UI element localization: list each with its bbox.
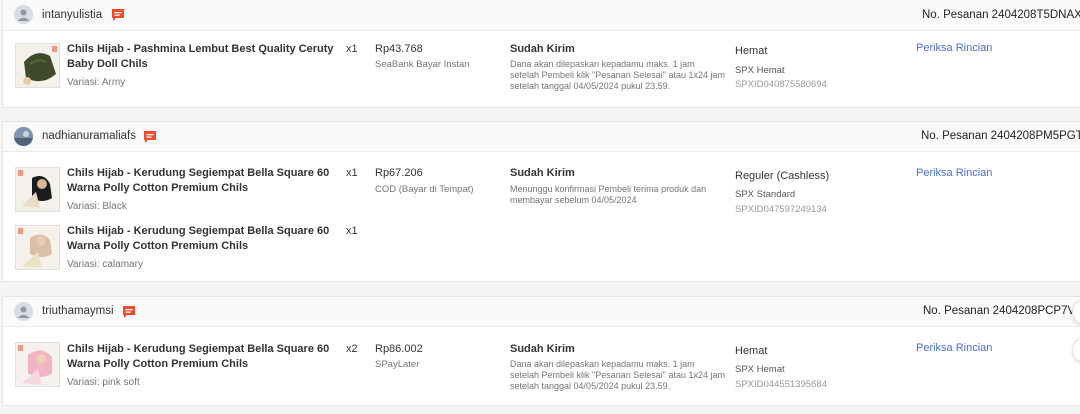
product-image[interactable] — [15, 43, 60, 88]
order-row: Chils Hijab - Kerudung Segiempat Bella S… — [3, 166, 1080, 278]
order-row: Chils Hijab - Kerudung Segiempat Bella S… — [3, 337, 1080, 402]
shipping-type: Hemat — [735, 45, 768, 57]
scroll-button[interactable] — [1072, 337, 1080, 363]
product-name[interactable]: Chils Hijab - Pashmina Lembut Best Quali… — [67, 42, 342, 72]
courier-name: SPX Hemat — [735, 65, 785, 76]
product-image[interactable] — [15, 342, 60, 387]
buyer-username[interactable]: nadhianuramaliafs — [42, 130, 136, 142]
order-status: Sudah Kirim — [510, 43, 575, 55]
buyer-username[interactable]: intanyulistia — [42, 9, 102, 21]
product-image[interactable] — [15, 167, 60, 212]
product-image[interactable] — [15, 225, 60, 270]
tracking-number: SPXID044551395684 — [735, 379, 827, 390]
order-card: nadhianuramaliafs No. Pesanan 2404208PM5… — [2, 121, 1080, 282]
shipping-type: Hemat — [735, 345, 768, 357]
order-header: intanyulistia No. Pesanan 2404208T5DNAXP — [3, 0, 1080, 31]
check-details-link[interactable]: Periksa Rincian — [916, 342, 992, 354]
payment-method: COD (Bayar di Tempat) — [375, 184, 474, 195]
buyer-username[interactable]: triuthamaymsi — [42, 305, 114, 317]
order-row: Chils Hijab - Pashmina Lembut Best Quali… — [3, 41, 1080, 101]
order-number: No. Pesanan 2404208PCP7VV — [923, 305, 1080, 317]
product-name[interactable]: Chils Hijab - Kerudung Segiempat Bella S… — [67, 166, 342, 196]
order-status: Sudah Kirim — [510, 167, 575, 179]
payment-method: SPayLater — [375, 359, 420, 370]
chat-icon[interactable] — [111, 8, 125, 21]
order-price: Rp43.768 — [375, 43, 423, 55]
product-quantity: x1 — [346, 167, 358, 179]
user-avatar[interactable] — [14, 302, 33, 321]
order-header: triuthamaymsi No. Pesanan 2404208PCP7VV — [3, 297, 1080, 327]
chat-icon[interactable] — [122, 305, 136, 318]
tracking-number: SPXID040875580694 — [735, 79, 827, 90]
courier-name: SPX Hemat — [735, 364, 785, 375]
order-header: nadhianuramaliafs No. Pesanan 2404208PM5… — [3, 122, 1080, 152]
status-description: Dana akan dilepaskan kepadamu maks. 1 ja… — [510, 359, 726, 391]
user-icon — [17, 9, 30, 21]
tracking-number: SPXID047597249134 — [735, 204, 827, 215]
product-quantity: x1 — [346, 225, 358, 237]
user-avatar[interactable] — [14, 127, 33, 146]
product-quantity: x1 — [346, 43, 358, 55]
order-card: intanyulistia No. Pesanan 2404208T5DNAXP… — [2, 0, 1080, 108]
product-quantity: x2 — [346, 343, 358, 355]
courier-name: SPX Standard — [735, 189, 796, 200]
user-avatar[interactable] — [14, 5, 33, 24]
user-icon — [17, 306, 30, 318]
payment-method: SeaBank Bayar Instan — [375, 59, 470, 70]
product-name[interactable]: Chils Hijab - Kerudung Segiempat Bella S… — [67, 342, 342, 372]
order-status: Sudah Kirim — [510, 343, 575, 355]
order-card: triuthamaymsi No. Pesanan 2404208PCP7VV … — [2, 296, 1080, 406]
scroll-button[interactable] — [1072, 299, 1080, 325]
check-details-link[interactable]: Periksa Rincian — [916, 42, 992, 54]
order-price: Rp67.206 — [375, 167, 423, 179]
order-number: No. Pesanan 2404208T5DNAXP — [922, 9, 1080, 21]
product-variant: Variasi: Black — [67, 201, 127, 212]
shipping-type: Reguler (Cashless) — [735, 170, 830, 182]
product-name[interactable]: Chils Hijab - Kerudung Segiempat Bella S… — [67, 224, 342, 254]
product-variant: Variasi: pink soft — [67, 377, 140, 388]
order-price: Rp86.002 — [375, 343, 423, 355]
order-number: No. Pesanan 2404208PM5PGTF — [921, 130, 1080, 142]
product-variant: Variasi: Army — [67, 77, 126, 88]
status-description: Menunggu konfirmasi Pembeli terima produ… — [510, 184, 707, 205]
product-variant: Variasi: calamary — [67, 259, 143, 270]
check-details-link[interactable]: Periksa Rincian — [916, 167, 992, 179]
chat-icon[interactable] — [143, 130, 157, 143]
profile-photo-icon — [14, 127, 33, 146]
status-description: Dana akan dilepaskan kepadamu maks. 1 ja… — [510, 59, 726, 91]
